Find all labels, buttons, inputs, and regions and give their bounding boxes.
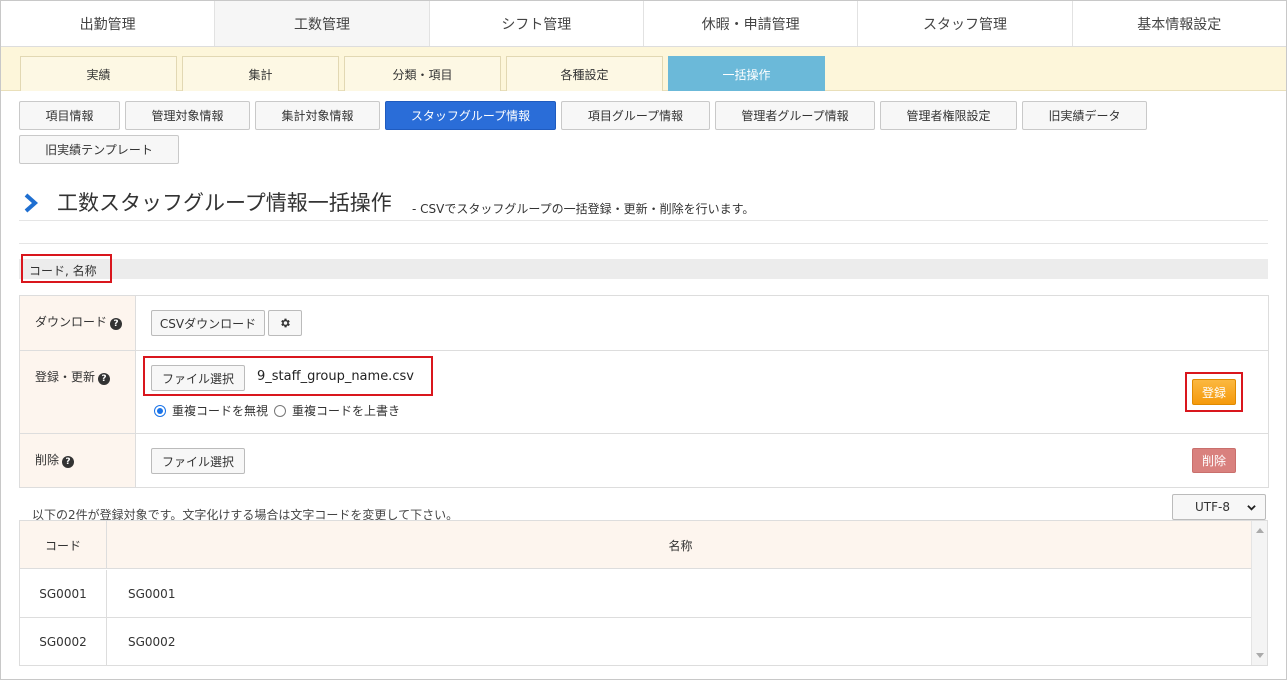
table-header-row: コード 名称 xyxy=(20,521,1253,569)
category-old-results-data[interactable]: 旧実績データ xyxy=(1022,101,1147,130)
table-row: SG0002 SG0002 xyxy=(20,618,1253,665)
top-tab-shift[interactable]: シフト管理 xyxy=(429,1,644,46)
page-title: 工数スタッフグループ情報一括操作 xyxy=(57,191,392,215)
question-icon[interactable]: ? xyxy=(62,456,75,468)
question-icon[interactable]: ? xyxy=(98,373,111,385)
download-label: ダウンロード? xyxy=(20,296,136,350)
register-row: 登録・更新? ファイル選択 9_staff_group_name.csv 重複コ… xyxy=(20,351,1268,434)
highlight-box xyxy=(143,356,433,396)
duplicate-ignore-option[interactable]: 重複コードを無視 xyxy=(154,402,268,419)
download-row: ダウンロード? CSVダウンロード xyxy=(20,296,1268,351)
top-nav: 出勤管理 工数管理 シフト管理 休暇・申請管理 スタッフ管理 基本情報設定 xyxy=(1,1,1286,47)
bulk-form: ダウンロード? CSVダウンロード 登録・更新? ファイル選択 9_staff_… xyxy=(19,295,1269,488)
sub-tab-results[interactable]: 実績 xyxy=(20,56,177,91)
top-tab-basic-settings[interactable]: 基本情報設定 xyxy=(1072,1,1286,46)
delete-label: 削除? xyxy=(20,434,136,487)
top-tab-attendance[interactable]: 出勤管理 xyxy=(1,1,216,46)
highlight-box xyxy=(21,254,112,283)
gear-icon xyxy=(281,318,290,328)
radio-ignore[interactable] xyxy=(154,404,166,417)
page-subtitle: - CSVでスタッフグループの一括登録・更新・削除を行います。 xyxy=(412,202,755,216)
category-item-info[interactable]: 項目情報 xyxy=(19,101,120,130)
preview-table: コード 名称 SG0001 SG0001 SG0002 SG0002 xyxy=(19,520,1268,666)
category-managed-target-info[interactable]: 管理対象情報 xyxy=(125,101,250,130)
app-frame: 出勤管理 工数管理 シフト管理 休暇・申請管理 スタッフ管理 基本情報設定 実績… xyxy=(0,0,1287,680)
category-aggregate-target-info[interactable]: 集計対象情報 xyxy=(255,101,380,130)
cell-code: SG0002 xyxy=(20,618,107,665)
delete-row: 削除? ファイル選択 削除 xyxy=(20,434,1268,487)
sub-nav: 実績 集計 分類・項目 各種設定 一括操作 xyxy=(1,47,1286,91)
sub-tab-settings[interactable]: 各種設定 xyxy=(506,56,663,91)
download-settings-button[interactable] xyxy=(268,310,302,336)
table-row: SG0001 SG0001 xyxy=(20,570,1253,618)
column-header-name: 名称 xyxy=(668,538,693,553)
delete-button[interactable]: 削除 xyxy=(1192,448,1236,473)
table-scrollbar[interactable] xyxy=(1251,521,1267,665)
divider xyxy=(19,243,1268,244)
category-item-group-info[interactable]: 項目グループ情報 xyxy=(561,101,710,130)
category-admin-permissions[interactable]: 管理者権限設定 xyxy=(880,101,1017,130)
category-old-results-template[interactable]: 旧実績テンプレート xyxy=(19,135,179,164)
chevron-right-icon xyxy=(24,193,39,213)
cell-name: SG0001 xyxy=(128,587,176,601)
divider xyxy=(19,220,1268,221)
chevron-down-icon xyxy=(1247,505,1256,511)
question-icon[interactable]: ? xyxy=(110,318,123,330)
radio-overwrite[interactable] xyxy=(274,404,286,417)
csv-download-button[interactable]: CSVダウンロード xyxy=(151,310,265,336)
delete-file-select-button[interactable]: ファイル選択 xyxy=(151,448,245,474)
top-tab-leave-requests[interactable]: 休暇・申請管理 xyxy=(643,1,859,46)
highlight-box xyxy=(1185,372,1243,412)
sub-tab-bulk-operations[interactable]: 一括操作 xyxy=(668,56,825,91)
top-tab-staff[interactable]: スタッフ管理 xyxy=(858,1,1073,46)
encoding-select[interactable]: UTF-8 xyxy=(1172,494,1266,520)
sub-tab-categories[interactable]: 分類・項目 xyxy=(344,56,501,91)
sub-tab-summary[interactable]: 集計 xyxy=(182,56,339,91)
column-header-code: コード xyxy=(20,521,107,569)
scroll-down-icon[interactable] xyxy=(1256,653,1264,659)
scroll-up-icon[interactable] xyxy=(1256,527,1264,533)
register-label: 登録・更新? xyxy=(20,351,136,433)
duplicate-overwrite-option[interactable]: 重複コードを上書き xyxy=(274,402,400,419)
category-admin-group-info[interactable]: 管理者グループ情報 xyxy=(715,101,875,130)
top-tab-man-hours[interactable]: 工数管理 xyxy=(215,1,430,46)
fields-bar xyxy=(19,259,1268,279)
category-staff-group-info[interactable]: スタッフグループ情報 xyxy=(385,101,556,130)
cell-code: SG0001 xyxy=(20,570,107,618)
cell-name: SG0002 xyxy=(128,635,176,649)
